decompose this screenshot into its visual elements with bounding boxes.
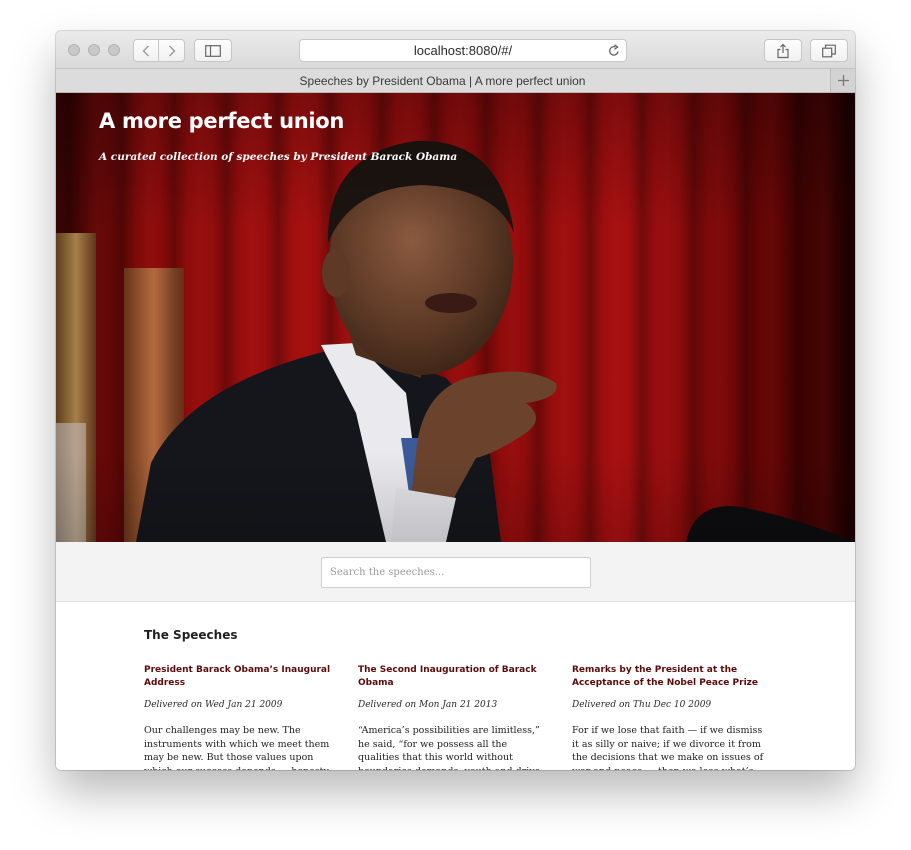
speech-excerpt: Our challenges may be new. The instrumen… bbox=[144, 725, 330, 770]
tab-active[interactable]: Speeches by President Obama | A more per… bbox=[56, 74, 829, 88]
new-tab-button[interactable] bbox=[830, 69, 855, 92]
tabs-icon bbox=[822, 44, 836, 57]
reload-icon[interactable] bbox=[608, 44, 620, 57]
speech-excerpt: “America’s possibilities are limitless,”… bbox=[358, 725, 543, 770]
chevron-right-icon bbox=[168, 45, 175, 56]
speech-excerpt: For if we lose that faith — if we dismis… bbox=[572, 725, 764, 770]
speech-date: Delivered on Wed Jan 21 2009 bbox=[144, 700, 283, 710]
search-section bbox=[56, 542, 855, 602]
speech-card: The Second Inauguration of Barack Obama … bbox=[358, 664, 550, 770]
hero-banner: A more perfect union A curated collectio… bbox=[56, 93, 855, 542]
browser-window: localhost:8080/#/ Speeches by President … bbox=[56, 31, 855, 770]
plus-icon bbox=[838, 75, 849, 86]
speech-title-link[interactable]: The Second Inauguration of Barack Obama bbox=[358, 664, 550, 690]
site-title: A more perfect union bbox=[99, 109, 345, 133]
tab-bar: Speeches by President Obama | A more per… bbox=[56, 69, 855, 93]
speech-card: Remarks by the President at the Acceptan… bbox=[572, 664, 764, 770]
speech-title-link[interactable]: Remarks by the President at the Acceptan… bbox=[572, 664, 764, 690]
zoom-window-button[interactable] bbox=[108, 44, 120, 56]
speech-title-link[interactable]: President Barack Obama’s Inaugural Addre… bbox=[144, 664, 336, 690]
sidebar-toggle-button[interactable] bbox=[194, 39, 232, 62]
close-window-button[interactable] bbox=[68, 44, 80, 56]
speeches-heading: The Speeches bbox=[144, 628, 238, 642]
speech-date: Delivered on Thu Dec 10 2009 bbox=[572, 700, 712, 710]
speeches-section: The Speeches President Barack Obama’s In… bbox=[56, 602, 855, 770]
back-button[interactable] bbox=[133, 39, 159, 62]
chevron-left-icon bbox=[142, 45, 149, 56]
tabs-overview-button[interactable] bbox=[810, 39, 848, 62]
speech-date: Delivered on Mon Jan 21 2013 bbox=[358, 700, 498, 710]
address-bar-url: localhost:8080/#/ bbox=[413, 43, 513, 58]
address-bar[interactable]: localhost:8080/#/ bbox=[299, 39, 627, 62]
forward-button[interactable] bbox=[159, 39, 185, 62]
minimize-window-button[interactable] bbox=[88, 44, 100, 56]
share-button[interactable] bbox=[764, 39, 802, 62]
search-input[interactable] bbox=[321, 557, 591, 588]
sidebar-icon bbox=[205, 44, 221, 57]
site-subtitle: A curated collection of speeches by Pres… bbox=[99, 151, 458, 163]
speech-card: President Barack Obama’s Inaugural Addre… bbox=[144, 664, 336, 770]
browser-toolbar: localhost:8080/#/ bbox=[56, 31, 855, 69]
share-icon bbox=[777, 43, 789, 58]
